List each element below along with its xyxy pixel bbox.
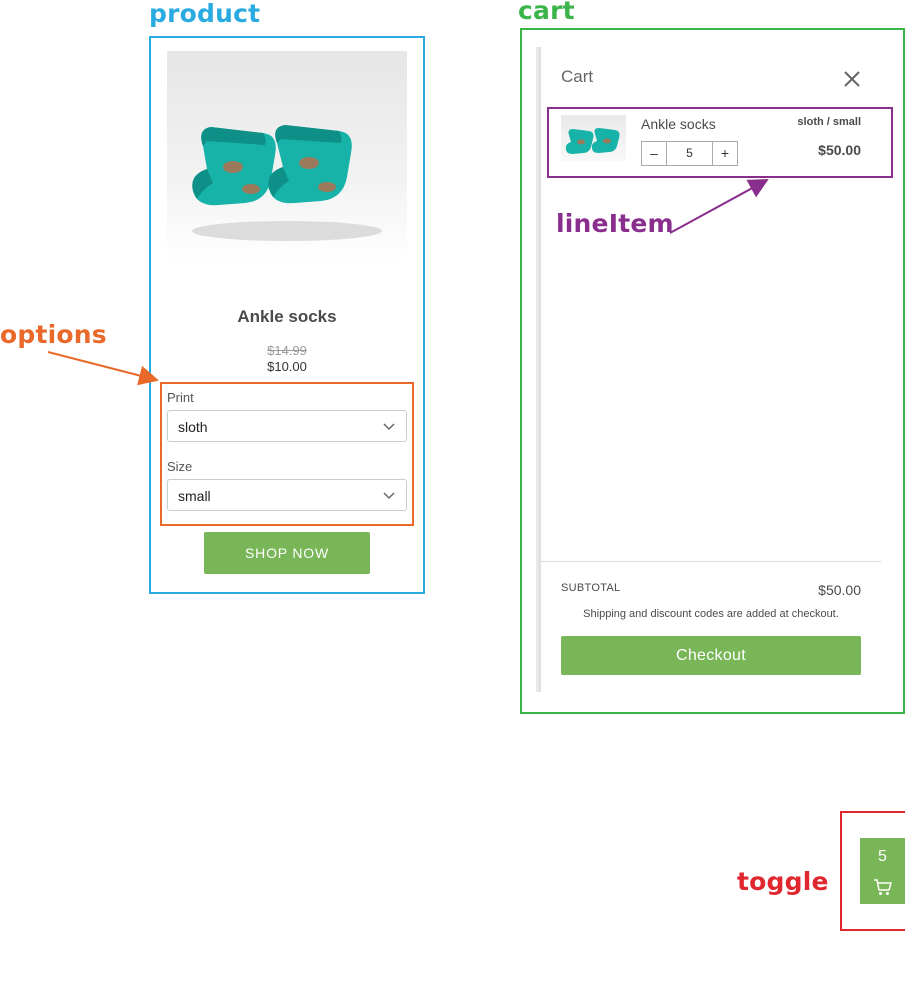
annotation-product-label: product	[149, 0, 261, 28]
socks-thumbnail-icon	[565, 128, 620, 154]
cart-icon	[874, 879, 892, 895]
shop-now-button[interactable]: SHOP NOW	[204, 532, 370, 574]
quantity-input[interactable]: 5	[666, 141, 713, 166]
line-item-image	[561, 115, 626, 161]
cart-panel-edge	[536, 47, 541, 692]
annotation-cart-label: cart	[518, 0, 575, 25]
option-label-print: Print	[167, 390, 194, 405]
print-select[interactable]: sloth	[167, 410, 407, 442]
quantity-increment-button[interactable]: +	[712, 141, 738, 166]
product-price: $10.00	[267, 359, 307, 374]
subtotal-label: SUBTOTAL	[561, 582, 621, 594]
line-item-variant: sloth / small	[797, 116, 861, 128]
line-item-price: $50.00	[818, 142, 861, 158]
options-arrow	[47, 351, 159, 386]
chevron-down-icon	[383, 492, 395, 500]
close-icon[interactable]	[843, 70, 861, 88]
cart-toggle-button[interactable]: 5	[860, 838, 905, 904]
shipping-note: Shipping and discount codes are added at…	[583, 608, 839, 620]
product-image[interactable]	[167, 51, 407, 261]
annotation-toggle-label: toggle	[737, 867, 829, 896]
size-select[interactable]: small	[167, 479, 407, 511]
cart-count: 5	[878, 848, 887, 865]
chevron-down-icon	[383, 423, 395, 431]
annotation-options-label: options	[0, 320, 107, 349]
size-select-value: small	[178, 488, 211, 504]
cart-title: Cart	[561, 67, 594, 86]
quantity-decrement-button[interactable]: –	[641, 141, 667, 166]
print-select-value: sloth	[178, 419, 208, 435]
line-item-title: Ankle socks	[641, 116, 716, 132]
socks-image	[192, 125, 382, 241]
checkout-button[interactable]: Checkout	[561, 636, 861, 675]
option-label-size: Size	[167, 459, 193, 474]
subtotal-value: $50.00	[818, 582, 861, 598]
cart-divider	[541, 561, 881, 562]
compare-at-price: $14.99	[267, 343, 307, 358]
product-title: Ankle socks	[237, 307, 337, 326]
